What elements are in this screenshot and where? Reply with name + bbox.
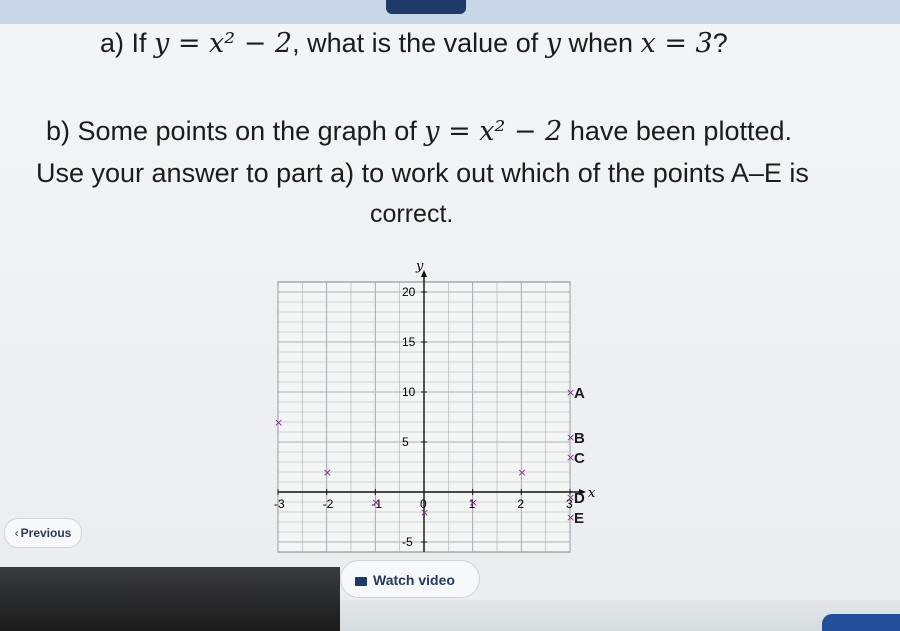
part-b-prefix: b) Some points on the graph of [46,116,425,146]
laptop-bezel [0,567,340,631]
part-b-suffix: have been plotted. [562,116,792,146]
top-tab-indicator [386,0,466,14]
top-bar [0,0,900,24]
next-button[interactable] [822,614,900,631]
x-tick-label: 2 [517,497,524,511]
y-tick-label: 10 [402,385,416,399]
watch-video-label: Watch video [373,572,455,588]
question-part-b-line2: Use your answer to part a) to work out w… [36,158,809,188]
point-marker: × [371,496,380,509]
part-a-suffix: ? [712,28,728,58]
x-tick-label: -2 [323,497,334,511]
x-tick-label: -3 [274,497,285,511]
y-axis-label: y [415,260,424,274]
point-label: A [574,385,585,402]
y-tick-label: 5 [402,435,409,449]
x-axis-label: x [588,486,596,501]
part-a-when: when [560,28,641,58]
y-tick-label: 20 [402,285,416,299]
previous-label: Previous [20,526,72,540]
part-b-equation: y = x² − 2 [424,116,563,147]
question-part-b-line1: b) Some points on the graph of y = x² − … [46,116,792,147]
part-a-prefix: a) If [100,28,155,58]
part-a-middle: , what is the value of [292,28,546,58]
point-label: B [574,430,585,447]
part-a-equation: y = x² − 2 [154,28,293,59]
point-label: D [574,490,585,507]
point-label: E [574,510,584,527]
point-marker: × [517,466,526,479]
point-marker: × [274,416,283,429]
previous-button[interactable]: ‹ Previous [4,518,82,548]
video-icon [355,576,367,586]
part-a-condition: x = 3 [640,28,713,59]
point-marker: × [420,506,429,519]
question-part-a: a) If y = x² − 2, what is the value of y… [100,28,728,59]
watch-video-button[interactable]: Watch video [340,560,480,598]
point-label: C [574,450,585,467]
y-tick-label: -5 [402,535,413,549]
scatter-graph: xy-3 -2 -1 0 1 2 32015105-5×××××××A×B×C×D×E [274,260,596,553]
page-footer [340,600,900,631]
chevron-left-icon: ‹ [14,526,19,540]
point-marker: × [469,496,478,509]
question-part-b-line3: correct. [370,200,454,228]
point-marker: × [323,466,332,479]
part-a-var-y: y [545,28,561,59]
y-tick-label: 15 [402,335,416,349]
